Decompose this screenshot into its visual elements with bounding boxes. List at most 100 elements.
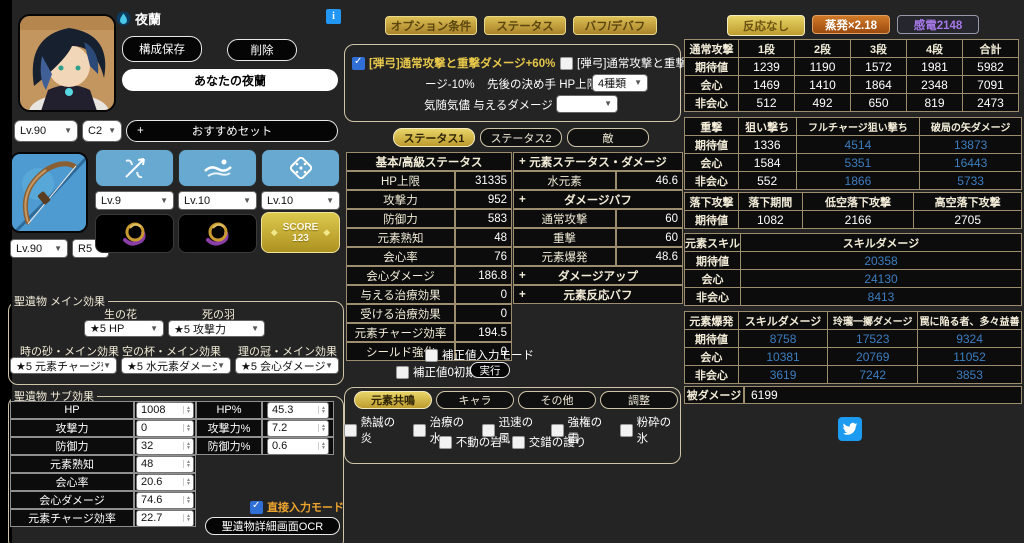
status-tab-2[interactable]: ステータス2 — [480, 128, 562, 147]
basic-stat-label: 防御力 — [346, 209, 455, 228]
character-level-select[interactable]: Lv.90▼ — [14, 120, 78, 142]
sub-stat-input[interactable]: 1008 ▲▼ — [136, 402, 194, 419]
recommended-set-label: おすすめセット — [192, 123, 273, 139]
resonance-checkbox-row2: 不動の岩交錯の護り — [344, 434, 681, 450]
reaction-vaporize-button[interactable]: 蒸発×2.18 — [812, 15, 890, 34]
damage-row-label: 会心 — [685, 270, 741, 288]
damage-column-header: 落下期間 — [738, 193, 802, 211]
spinner-icon[interactable]: ▲▼ — [183, 496, 193, 504]
info-button[interactable]: i — [326, 9, 341, 24]
spinner-icon[interactable]: ▲▼ — [318, 406, 328, 414]
expand-plus-icon[interactable]: + — [519, 270, 526, 282]
spinner-icon[interactable]: ▲▼ — [318, 424, 328, 432]
status-tab-3[interactable]: 敵 — [567, 128, 649, 147]
damage-up-header: + ダメージアップ — [513, 266, 683, 285]
tab-options[interactable]: オプション条件 — [385, 16, 477, 35]
spinner-icon[interactable]: ▲▼ — [183, 424, 193, 432]
chevron-down-icon: ▼ — [604, 100, 612, 108]
chevron-down-icon: ▼ — [251, 325, 259, 333]
sub-stat-input[interactable]: 32▲▼ — [136, 438, 194, 455]
spinner-icon[interactable]: ▲▼ — [183, 514, 193, 522]
passive-hp-select[interactable]: 4種類▼ — [592, 74, 648, 92]
talent-skill-button[interactable] — [178, 149, 257, 187]
sub-stat-input[interactable]: 74.6▲▼ — [136, 492, 194, 509]
direct-input-mode-checkbox[interactable]: 直接入力モード — [250, 499, 344, 515]
expand-plus-icon[interactable]: + — [519, 156, 526, 168]
damage-value: 512 — [739, 94, 795, 112]
status-tab-1[interactable]: ステータス1 — [393, 128, 475, 147]
expand-plus-icon[interactable]: + — [519, 289, 526, 301]
sub-stat-input[interactable]: 45.3▲▼ — [267, 402, 329, 419]
goblet-main-select[interactable]: ★5 水元素ダメージ▼ — [121, 357, 231, 374]
build-name-input[interactable]: あなたの夜蘭 — [122, 69, 338, 91]
resonance-tab-3[interactable]: その他 — [518, 391, 596, 409]
sub-stat-input[interactable]: 7.2▲▼ — [267, 420, 329, 437]
artifact-ocr-button[interactable]: 聖遺物詳細画面OCR — [205, 517, 340, 535]
sub-stat-input[interactable]: 20.6▲▼ — [136, 474, 194, 491]
flower-main-select[interactable]: ★5 HP▼ — [84, 320, 164, 337]
talent-skill-level-select[interactable]: Lv.10▼ — [178, 191, 257, 210]
talent-burst-button[interactable] — [261, 149, 340, 187]
plume-main-select[interactable]: ★5 攻撃力▼ — [168, 320, 265, 337]
damage-row-label: 非会心 — [685, 366, 739, 384]
hydro-element-icon — [116, 11, 131, 26]
resonance-tab-1[interactable]: 元素共鳴 — [354, 391, 432, 409]
artifact-set-button-1[interactable] — [95, 214, 174, 253]
damage-column-header: スキルダメージ — [741, 234, 1022, 252]
score-button[interactable]: ◆ SCORE 123 ◆ — [261, 212, 340, 253]
save-config-button[interactable]: 構成保存 — [122, 36, 202, 62]
damage-value: 1469 — [739, 76, 795, 94]
talent-normal-attack-button[interactable] — [95, 149, 174, 187]
spinner-icon[interactable]: ▲▼ — [183, 406, 193, 414]
resonance-checkbox[interactable]: 交錯の護り — [512, 434, 587, 450]
sub-stat-input[interactable]: 22.7▲▼ — [136, 510, 194, 527]
weapon-option1-checkbox[interactable]: [弾弓]通常攻撃と重撃ダメージ+60% — [352, 55, 555, 71]
circlet-main-select[interactable]: ★5 会心ダメージ▼ — [235, 357, 339, 374]
resonance-checkbox[interactable]: 不動の岩 — [439, 434, 502, 450]
artifact-set-button-2[interactable] — [178, 214, 257, 253]
element-row-label: 水元素 — [513, 171, 616, 190]
chevron-down-icon: ▼ — [160, 197, 168, 205]
delete-button[interactable]: 削除 — [227, 39, 297, 61]
resonance-tab-4[interactable]: 調整 — [600, 391, 678, 409]
weapon-art — [12, 154, 88, 233]
passive-dmg-select[interactable]: ▼ — [556, 95, 618, 113]
damage-buff-value: 60 — [616, 209, 683, 228]
spinner-icon[interactable]: ▲▼ — [183, 460, 193, 468]
sands-main-select[interactable]: ★5 元素チャージ効▼ — [10, 357, 117, 374]
reaction-none-button[interactable]: 反応なし — [727, 15, 805, 36]
weapon-image[interactable] — [10, 152, 88, 233]
damage-table-落下攻撃: 落下攻撃落下期間低空落下攻撃高空落下攻撃期待値108221662705 — [684, 192, 1022, 229]
sub-stat-input[interactable]: 0▲▼ — [136, 420, 194, 437]
resonance-tab-2[interactable]: キャラ — [436, 391, 514, 409]
damage-value: 1082 — [738, 211, 802, 229]
sub-stat-input[interactable]: 48▲▼ — [136, 456, 194, 473]
twitter-share-button[interactable] — [838, 417, 862, 441]
damage-row-label: 会心 — [685, 154, 739, 172]
chevron-down-icon: ▼ — [634, 79, 642, 87]
chevron-down-icon: ▼ — [103, 362, 111, 370]
recommended-set-button[interactable]: + おすすめセット — [126, 120, 338, 142]
correction-input-checkbox[interactable]: 補正値入力モード — [425, 347, 534, 363]
spinner-icon[interactable]: ▲▼ — [183, 442, 193, 450]
execute-button[interactable]: 実行 — [470, 362, 510, 378]
constellation-select[interactable]: C2▼ — [82, 120, 122, 142]
spinner-icon[interactable]: ▲▼ — [183, 478, 193, 486]
sub-stat-value: 1008 — [141, 404, 165, 416]
reaction-electrocharged-button[interactable]: 感電2148 — [897, 15, 979, 34]
basic-stat-label: 会心率 — [346, 247, 455, 266]
talent-burst-level-select[interactable]: Lv.10▼ — [261, 191, 340, 210]
expand-plus-icon[interactable]: + — [519, 194, 526, 206]
tab-status[interactable]: ステータス — [484, 16, 566, 35]
goblet-main-value: ★5 水元素ダメージ — [127, 358, 217, 374]
damage-table-重撃: 重撃狙い撃ちフルチャージ狙い撃ち破局の矢ダメージ期待値1336451413873… — [684, 117, 1022, 190]
spinner-icon[interactable]: ▲▼ — [318, 442, 328, 450]
damage-value: 552 — [738, 172, 796, 190]
tab-buffs[interactable]: バフ/デバフ — [573, 16, 657, 35]
damage-column-header: 罠に陥る者、多々益善 — [918, 312, 1022, 330]
character-portrait[interactable] — [18, 14, 116, 112]
talent-normal-level-select[interactable]: Lv.9▼ — [95, 191, 174, 210]
weapon-level-select[interactable]: Lv.90▼ — [10, 239, 68, 258]
sub-stat-input[interactable]: 0.6▲▼ — [267, 438, 329, 455]
weapon-option2-label-line2: ージ-10% — [425, 76, 475, 92]
